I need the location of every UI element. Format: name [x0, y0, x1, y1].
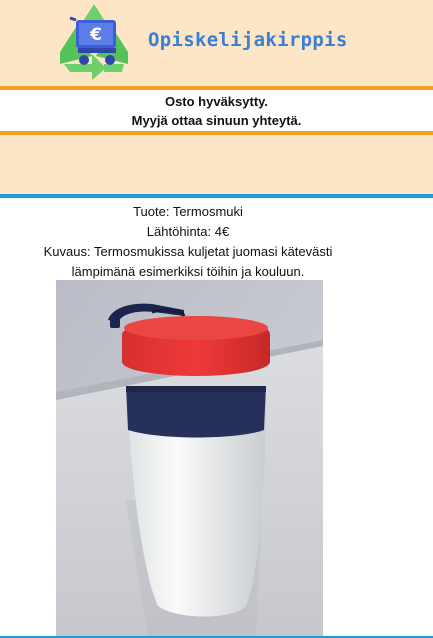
product-details: Tuote: Termosmuki Lähtöhinta: 4€ Kuvaus:…	[0, 202, 376, 282]
product-description-cont: lämpimänä esimerkiksi töihin ja kouluun.	[71, 264, 305, 279]
product-image	[56, 280, 323, 638]
thermos-mug-photo	[56, 280, 323, 638]
confirmation-text: Osto hyväksytty.	[164, 94, 269, 109]
site-header: € Opiskelijakirppis	[0, 0, 433, 86]
product-name: Tuote: Termosmuki	[133, 204, 243, 219]
recycle-cart-euro-icon[interactable]: €	[56, 2, 132, 80]
product-description: Kuvaus: Termosmukissa kuljetat juomasi k…	[43, 244, 333, 259]
spacer-band	[0, 135, 433, 194]
product-price: Lähtöhinta: 4€	[146, 224, 230, 239]
seller-contact-text: Myyjä ottaa sinuun yhteytä.	[131, 113, 302, 128]
purchase-confirmation: Osto hyväksytty. Myyjä ottaa sinuun yhte…	[0, 90, 433, 132]
euro-symbol: €	[89, 25, 102, 45]
blue-divider	[0, 194, 433, 198]
site-title[interactable]: Opiskelijakirppis	[148, 29, 348, 51]
